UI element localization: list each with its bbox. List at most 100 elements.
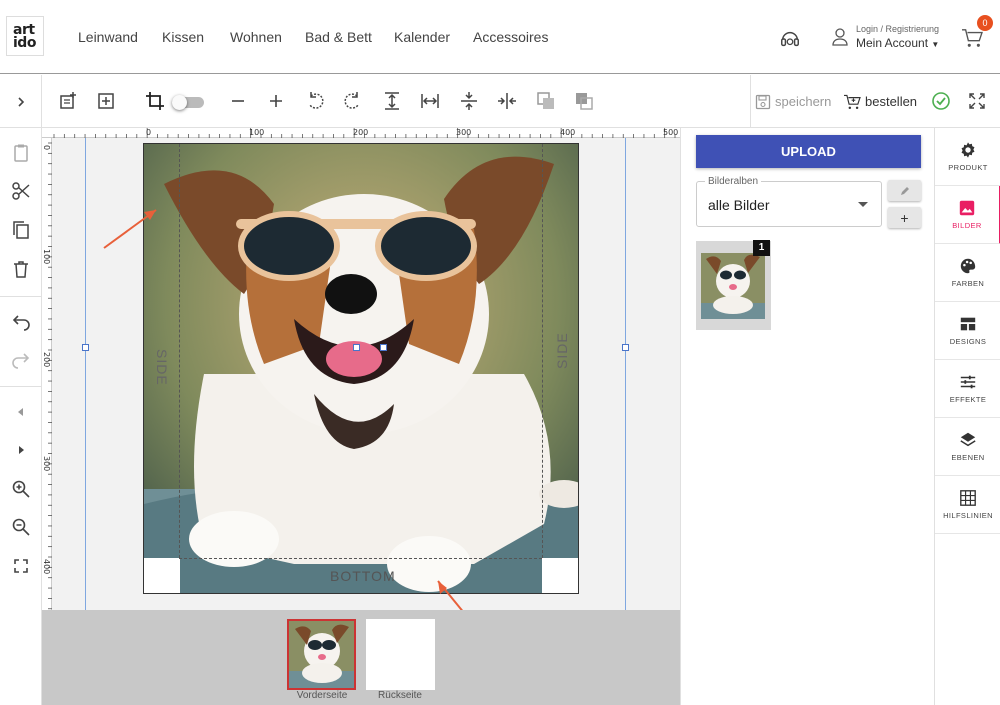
fit-height-icon — [385, 92, 399, 110]
zoom-in-button[interactable] — [265, 90, 287, 112]
zoom-out-canvas-button[interactable] — [6, 514, 36, 540]
redo-icon — [12, 353, 30, 369]
chevron-right-icon — [17, 96, 24, 107]
panel-tabs: PRODUKT BILDER FARBEN DESIGNS EFFEKTE EB… — [934, 128, 1000, 705]
resize-handle[interactable] — [622, 344, 629, 351]
nav-item-wohnen[interactable]: Wohnen — [230, 29, 282, 45]
bleed-corner — [542, 558, 578, 593]
zoom-in-canvas-button[interactable] — [6, 476, 36, 502]
fullscreen-expand-icon — [969, 93, 985, 109]
rotate-right-icon — [344, 92, 359, 109]
bleed-corner — [144, 558, 180, 593]
dog-photo-layer[interactable]: SIDE SIDE BOTTOM — [143, 143, 579, 594]
resize-handle[interactable] — [353, 344, 360, 351]
tab-ebenen[interactable]: EBENEN — [935, 418, 1000, 476]
ruler-label: 200 — [42, 352, 51, 368]
logo-line-2: ido — [13, 35, 36, 51]
bring-forward-button[interactable] — [573, 90, 595, 112]
headset-support-icon[interactable] — [779, 28, 801, 50]
ruler-label: 400 — [42, 559, 51, 575]
palette-icon — [960, 258, 976, 274]
add-text-icon — [60, 92, 76, 109]
rotate-right-button[interactable] — [342, 90, 364, 112]
undo-button[interactable] — [6, 309, 36, 335]
cut-button[interactable] — [6, 178, 36, 204]
design-canvas[interactable]: 0 100 200 300 400 500 0 100 200 300 400 — [42, 128, 680, 610]
nav-item-bad-bett[interactable]: Bad & Bett — [305, 29, 372, 45]
ruler-label: 0 — [146, 128, 152, 137]
add-box-icon — [98, 93, 114, 109]
crop-toggle-switch[interactable] — [172, 95, 204, 110]
paste-button[interactable] — [6, 140, 36, 166]
next-button[interactable] — [6, 437, 36, 463]
center-vertical-icon — [461, 92, 477, 110]
resize-handle[interactable] — [380, 344, 387, 351]
tab-hilfslinien-label: HILFSLINIEN — [943, 511, 993, 520]
clipboard-icon — [14, 144, 28, 162]
tab-farben[interactable]: FARBEN — [935, 244, 1000, 302]
copy-icon — [13, 221, 29, 239]
album-select-legend: Bilderalben — [705, 176, 762, 187]
expand-sidebar-button[interactable] — [0, 75, 42, 128]
tool-divider — [0, 386, 41, 387]
tab-bilder-label: BILDER — [952, 221, 982, 230]
page-thumb-back[interactable] — [366, 619, 435, 690]
side-right-label: SIDE — [554, 332, 570, 369]
rotate-left-button[interactable] — [304, 90, 326, 112]
zoom-out-button[interactable] — [227, 90, 249, 112]
undo-icon — [12, 315, 30, 331]
cart-plus-icon — [844, 94, 861, 109]
front-thumbnail-image — [289, 621, 354, 688]
fit-screen-button[interactable] — [6, 553, 36, 579]
nav-item-kalender[interactable]: Kalender — [394, 29, 450, 45]
login-register-link[interactable]: Login / Registrierung — [856, 24, 939, 34]
fit-width-button[interactable] — [419, 90, 441, 112]
tab-designs[interactable]: DESIGNS — [935, 302, 1000, 360]
album-select[interactable]: Bilderalben alle Bilder — [696, 176, 882, 227]
copy-button[interactable] — [6, 217, 36, 243]
tab-bilder[interactable]: BILDER — [935, 186, 1000, 244]
page-thumb-front[interactable] — [287, 619, 356, 690]
caret-right-icon — [19, 446, 24, 454]
order-label: bestellen — [865, 94, 918, 109]
zoom-in-icon — [12, 480, 30, 498]
fullscreen-button[interactable] — [966, 90, 988, 112]
resize-handle[interactable] — [82, 344, 89, 351]
delete-button[interactable] — [6, 256, 36, 282]
nav-item-leinwand[interactable]: Leinwand — [78, 29, 138, 45]
nav-item-accessoires[interactable]: Accessoires — [473, 29, 548, 45]
my-account-dropdown[interactable]: Mein Account ▼ — [856, 36, 939, 50]
check-button[interactable] — [930, 90, 952, 112]
selection-guide-right — [625, 138, 626, 610]
save-button[interactable]: speichern — [750, 75, 833, 128]
edit-album-button[interactable] — [888, 180, 921, 201]
selection-guide-left — [85, 138, 86, 610]
add-box-button[interactable] — [95, 90, 117, 112]
send-backward-button[interactable] — [535, 90, 557, 112]
user-icon — [832, 28, 848, 46]
save-label: speichern — [775, 94, 832, 109]
order-button[interactable]: bestellen — [843, 75, 917, 128]
tab-produkt[interactable]: PRODUKT — [935, 128, 1000, 186]
redo-button[interactable] — [6, 347, 36, 373]
tab-ebenen-label: EBENEN — [951, 453, 985, 462]
center-horizontal-button[interactable] — [496, 90, 518, 112]
add-text-button[interactable] — [57, 90, 79, 112]
tab-effekte[interactable]: EFFEKTE — [935, 360, 1000, 418]
previous-button[interactable] — [6, 399, 36, 425]
ruler-label: 200 — [353, 128, 369, 137]
upload-button[interactable]: UPLOAD — [696, 135, 921, 168]
nav-item-kissen[interactable]: Kissen — [162, 29, 204, 45]
artido-logo[interactable]: art ido — [6, 16, 44, 56]
album-select-value: alle Bilder — [708, 197, 770, 213]
cart-icon[interactable] — [961, 28, 983, 48]
fit-height-button[interactable] — [381, 90, 403, 112]
fit-screen-icon — [14, 559, 28, 573]
crop-button[interactable] — [144, 90, 166, 112]
add-album-button[interactable]: + — [888, 207, 921, 228]
plus-icon — [270, 95, 282, 107]
center-vertical-button[interactable] — [458, 90, 480, 112]
ruler-ticks — [48, 142, 52, 610]
tab-hilfslinien[interactable]: HILFSLINIEN — [935, 476, 1000, 534]
bottom-label: BOTTOM — [330, 568, 396, 584]
